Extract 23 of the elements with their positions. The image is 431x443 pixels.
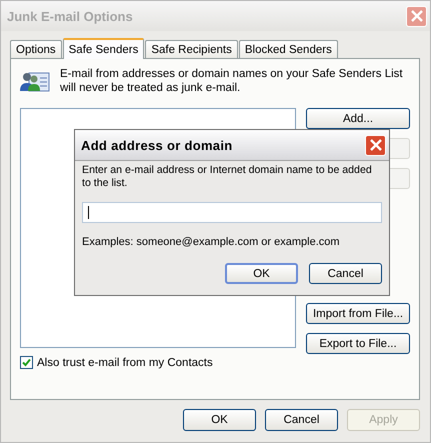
- tab[interactable]: Safe Recipients: [145, 40, 238, 58]
- dialog-button[interactable]: OK: [183, 409, 256, 431]
- close-button[interactable]: [365, 134, 386, 156]
- dialog-button[interactable]: Cancel: [265, 409, 338, 431]
- address-input[interactable]: [82, 202, 382, 223]
- checkbox[interactable]: [20, 356, 33, 369]
- side-button[interactable]: Import from File...: [306, 303, 410, 324]
- tab[interactable]: Options: [10, 40, 62, 58]
- prompt-text: Enter an e-mail address or Internet domain name to be added to the list.: [82, 164, 373, 190]
- tab[interactable]: Safe Senders: [62, 38, 144, 59]
- close-icon: [410, 10, 422, 22]
- dialog-button[interactable]: OK: [225, 263, 298, 284]
- tab[interactable]: Blocked Senders: [238, 40, 338, 58]
- window-title: Junk E-mail Options: [7, 8, 133, 24]
- description-text: E-mail from addresses or domain names on your Safe Senders List will never be treated as junk e-mail.: [60, 67, 404, 95]
- side-button[interactable]: Export to File...: [306, 333, 410, 354]
- checkbox-label: Also trust e-mail from my Contacts: [37, 356, 213, 368]
- side-button[interactable]: Add...: [306, 108, 410, 129]
- close-icon: [370, 139, 382, 151]
- dialog-button[interactable]: Cancel: [309, 263, 382, 284]
- examples-text: Examples: someone@example.com or example.com: [82, 236, 341, 248]
- modal-title: Add address or domain: [81, 138, 232, 152]
- covered-button[interactable]: [390, 168, 410, 189]
